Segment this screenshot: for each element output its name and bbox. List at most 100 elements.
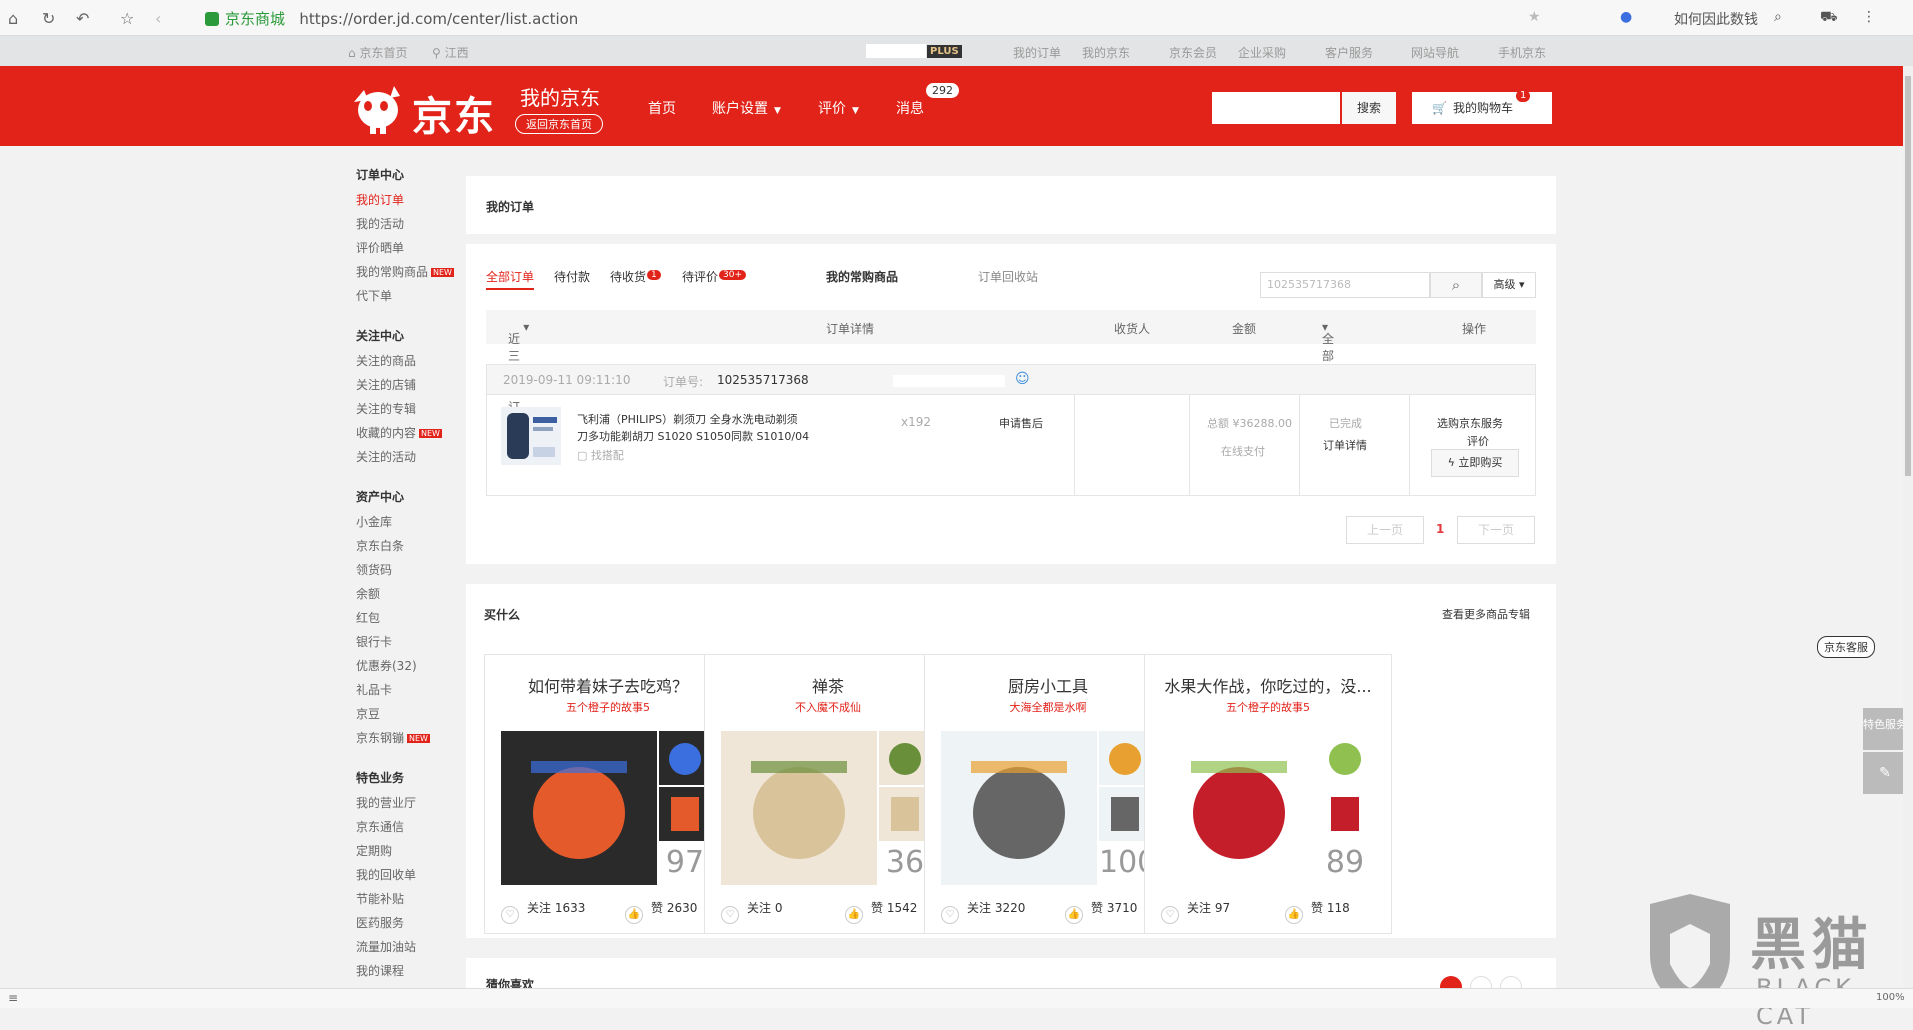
address-bar[interactable]: 京东商城 https://order.jd.com/center/list.ac… bbox=[205, 8, 578, 29]
sidebar-item[interactable]: 评价晒单 bbox=[356, 239, 466, 263]
sidebar-item[interactable]: 节能补贴 bbox=[356, 890, 466, 914]
sidebar-item[interactable]: 京东钢镚 NEW bbox=[356, 729, 466, 753]
album-card[interactable]: 厨房小工具 大海全都是水啊 100 ♡ 关注 3220 👍 赞 3710 bbox=[924, 654, 1172, 934]
header-search-button[interactable]: 搜索 bbox=[1342, 92, 1396, 124]
current-page[interactable]: 1 bbox=[1436, 522, 1444, 536]
sidebar-item[interactable]: 关注的商品 bbox=[356, 352, 466, 376]
album-main-image[interactable] bbox=[941, 731, 1097, 885]
topbar-my-orders[interactable]: 我的订单 bbox=[1013, 44, 1061, 61]
album-subtitle[interactable]: 不入魔不成仙 bbox=[705, 699, 951, 715]
sidebar-item[interactable]: 礼品卡 bbox=[356, 681, 466, 705]
topbar-service[interactable]: 客户服务 bbox=[1325, 44, 1373, 61]
follow-button[interactable]: ♡ 关注 1633 bbox=[501, 899, 585, 924]
tab-pending-review[interactable]: 待评价 30+ bbox=[682, 268, 747, 285]
next-page-button[interactable]: 下一页 bbox=[1457, 516, 1535, 544]
like-button[interactable]: 👍 赞 118 bbox=[1285, 899, 1350, 924]
home-icon[interactable]: ⌂ bbox=[8, 9, 18, 28]
sidebar-item[interactable]: 收藏的内容 NEW bbox=[356, 424, 466, 448]
header-search-input[interactable] bbox=[1212, 92, 1340, 124]
product-title[interactable]: 飞利浦（PHILIPS）剃须刀 全身水洗电动剃须 刀多功能剃胡刀 S1020 S1… bbox=[577, 411, 809, 445]
tab-all-orders[interactable]: 全部订单 bbox=[486, 268, 535, 290]
undo-icon[interactable]: ↶ bbox=[76, 9, 89, 28]
scrollbar[interactable] bbox=[1903, 66, 1913, 988]
zoom-level[interactable]: 100% bbox=[1876, 992, 1905, 1003]
favorite-icon[interactable]: ★ bbox=[1528, 9, 1541, 25]
find-match-link[interactable]: ▢ 找搭配 bbox=[577, 447, 624, 463]
sidebar-item[interactable]: 我的课程 bbox=[356, 962, 466, 986]
album-subtitle[interactable]: 大海全都是水啊 bbox=[925, 699, 1171, 715]
sidebar-item[interactable]: 关注的活动 bbox=[356, 448, 466, 472]
album-main-image[interactable] bbox=[721, 731, 877, 885]
album-main-image[interactable] bbox=[1161, 731, 1317, 885]
album-card[interactable]: 水果大作战，你吃过的，没... 五个橙子的故事5 89 ♡ 关注 97 👍 赞 118 bbox=[1144, 654, 1392, 934]
sidebar-item[interactable]: 医药服务 bbox=[356, 914, 466, 938]
special-service-button[interactable]: 特色服务 bbox=[1863, 708, 1907, 750]
like-button[interactable]: 👍 赞 2630 bbox=[625, 899, 697, 924]
search-icon[interactable]: ⌕ bbox=[1430, 272, 1482, 298]
follow-button[interactable]: ♡ 关注 0 bbox=[721, 899, 782, 924]
sidebar-item[interactable]: 定期购 bbox=[356, 842, 466, 866]
album-title[interactable]: 厨房小工具 bbox=[925, 673, 1171, 697]
product-thumbnail[interactable] bbox=[501, 407, 561, 465]
sidebar-item[interactable]: 我的活动 bbox=[356, 215, 466, 239]
more-albums-link[interactable]: 查看更多商品专辑 bbox=[1442, 606, 1530, 622]
sidebar-item[interactable]: 小金库 bbox=[356, 513, 466, 537]
album-title[interactable]: 如何带着妹子去吃鸡？ bbox=[485, 673, 731, 697]
nav-review[interactable]: 评价 ▼ bbox=[818, 98, 859, 118]
topbar-enterprise[interactable]: 企业采购 bbox=[1238, 44, 1286, 61]
filter-status[interactable]: 全部状态▾ bbox=[1322, 320, 1334, 397]
edit-icon[interactable]: ✎ bbox=[1863, 752, 1907, 794]
sidebar-item[interactable]: 京东白条 bbox=[356, 537, 466, 561]
album-thumb-image[interactable] bbox=[1319, 731, 1371, 785]
album-main-image[interactable] bbox=[501, 731, 657, 885]
browser-search-hint[interactable]: 如何因此数钱 bbox=[1674, 9, 1758, 29]
album-title[interactable]: 水果大作战，你吃过的，没... bbox=[1145, 673, 1391, 697]
topbar-home[interactable]: ⌂ 京东首页 bbox=[348, 44, 407, 61]
customer-service-button[interactable]: 京东客服 bbox=[1817, 636, 1875, 658]
album-subtitle[interactable]: 五个橙子的故事5 bbox=[485, 699, 731, 715]
scrollbar-thumb[interactable] bbox=[1905, 76, 1911, 476]
back-icon[interactable]: ‹ bbox=[155, 9, 161, 28]
tab-pending-payment[interactable]: 待付款 bbox=[554, 268, 590, 285]
sidebar-item[interactable]: 关注的专辑 bbox=[356, 400, 466, 424]
topbar-my-jd[interactable]: 我的京东 bbox=[1082, 44, 1130, 61]
paw-icon[interactable]: ● bbox=[1620, 9, 1632, 25]
nav-account-settings[interactable]: 账户设置 ▼ bbox=[712, 98, 781, 118]
jd-logo[interactable]: 京东 bbox=[350, 80, 502, 140]
sidebar-item[interactable]: 我的回收单 bbox=[356, 866, 466, 890]
album-card[interactable]: 禅茶 不入魔不成仙 36 ♡ 关注 0 👍 赞 1542 bbox=[704, 654, 952, 934]
nav-messages[interactable]: 消息 bbox=[896, 98, 924, 118]
follow-button[interactable]: ♡ 关注 97 bbox=[1161, 899, 1230, 924]
order-detail-link[interactable]: 订单详情 bbox=[1323, 437, 1367, 453]
sidebar-item[interactable]: 银行卡 bbox=[356, 633, 466, 657]
order-number[interactable]: 102535717368 bbox=[717, 373, 809, 387]
topbar-nav[interactable]: 网站导航 bbox=[1411, 44, 1459, 61]
buy-service-link[interactable]: 选购京东服务 bbox=[1437, 415, 1503, 431]
topbar-member[interactable]: 京东会员 bbox=[1169, 44, 1217, 61]
tab-pending-receipt[interactable]: 待收货 1 bbox=[610, 268, 661, 285]
tab-frequent-items[interactable]: 我的常购商品 bbox=[826, 268, 898, 285]
sidebar-item[interactable]: 优惠券(32) bbox=[356, 657, 466, 681]
sidebar-item[interactable]: 红包 bbox=[356, 609, 466, 633]
nav-home[interactable]: 首页 bbox=[648, 98, 676, 118]
sidebar-toggle-icon[interactable]: ≡ bbox=[8, 991, 18, 1005]
album-title[interactable]: 禅茶 bbox=[705, 673, 951, 697]
sidebar-item[interactable]: 余额 bbox=[356, 585, 466, 609]
search-icon[interactable]: ⌕ bbox=[1774, 9, 1782, 25]
sidebar-item[interactable]: 我的常购商品 NEW bbox=[356, 263, 466, 287]
my-cart-button[interactable]: 🛒 我的购物车 1 bbox=[1412, 90, 1552, 124]
sidebar-item[interactable]: 京豆 bbox=[356, 705, 466, 729]
topbar-mobile[interactable]: 手机京东 bbox=[1498, 44, 1546, 61]
sidebar-item[interactable]: 关注的店铺 bbox=[356, 376, 466, 400]
tab-recycle-bin[interactable]: 订单回收站 bbox=[978, 268, 1038, 285]
sidebar-item[interactable]: 京东通信 bbox=[356, 818, 466, 842]
star-icon[interactable]: ☆ bbox=[120, 9, 134, 28]
sidebar-item[interactable]: 我的营业厅 bbox=[356, 794, 466, 818]
sidebar-item[interactable]: 我的订单 bbox=[356, 191, 466, 215]
reload-icon[interactable]: ↻ bbox=[42, 9, 55, 28]
advanced-search-button[interactable]: 高级 ▾ bbox=[1482, 272, 1536, 298]
buy-again-button[interactable]: ϟ 立即购买 bbox=[1431, 449, 1519, 477]
album-card[interactable]: 如何带着妹子去吃鸡？ 五个橙子的故事5 97 ♡ 关注 1633 👍 赞 2630 bbox=[484, 654, 732, 934]
order-search-input[interactable]: 102535717368 bbox=[1260, 272, 1430, 298]
like-button[interactable]: 👍 赞 1542 bbox=[845, 899, 917, 924]
